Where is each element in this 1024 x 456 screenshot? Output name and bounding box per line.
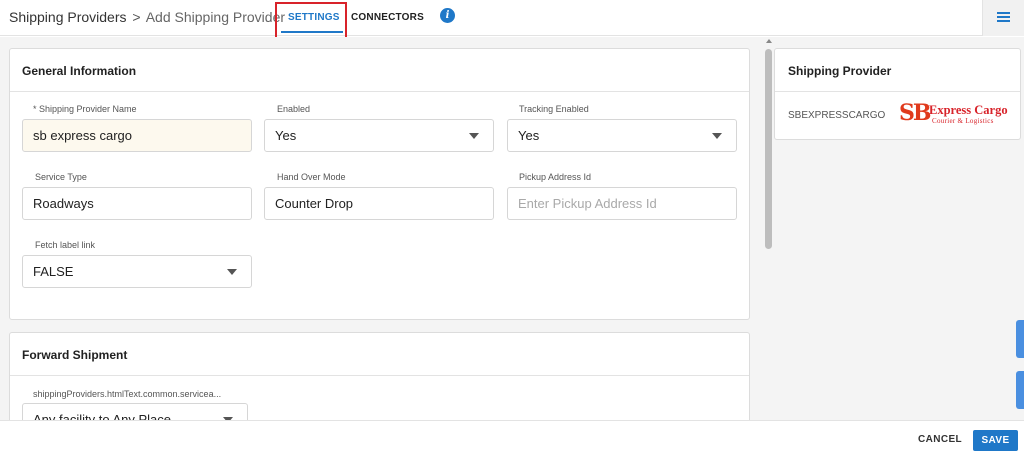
tracking-enabled-select[interactable]: Yes	[507, 119, 737, 152]
provider-code: SBEXPRESSCARGO	[788, 110, 886, 121]
side-drawer-tab[interactable]	[1016, 371, 1024, 409]
pickup-address-id-input[interactable]: Enter Pickup Address Id	[507, 187, 737, 220]
pickup-address-placeholder: Enter Pickup Address Id	[518, 196, 657, 211]
service-ability-select[interactable]: Any facility to Any Place	[22, 403, 248, 420]
divider	[10, 375, 749, 376]
service-type-label: Service Type	[35, 172, 87, 182]
chevron-down-icon	[712, 133, 722, 139]
service-ability-value: Any facility to Any Place	[33, 412, 172, 420]
scrollbar-thumb[interactable]	[765, 49, 772, 249]
shipping-provider-card: Shipping Provider SBEXPRESSCARGO SB Expr…	[774, 48, 1021, 140]
general-information-card: General Information * Shipping Provider …	[9, 48, 750, 320]
top-header: Shipping Providers > Add Shipping Provid…	[0, 0, 1024, 41]
forward-shipment-card: Forward Shipment shippingProviders.htmlT…	[9, 332, 750, 420]
divider	[10, 91, 749, 92]
fetch-label-link-value: FALSE	[33, 264, 74, 279]
hamburger-menu-icon[interactable]	[997, 12, 1010, 23]
active-tab-underline	[281, 31, 343, 33]
fetch-label-link-select[interactable]: FALSE	[22, 255, 252, 288]
pickup-address-id-label: Pickup Address Id	[519, 172, 592, 182]
breadcrumb-separator: >	[132, 9, 141, 25]
side-drawer-tab[interactable]	[1016, 320, 1024, 358]
tracking-enabled-label: Tracking Enabled	[519, 104, 589, 114]
fetch-label-link-label: Fetch label link	[35, 240, 96, 250]
enabled-label: Enabled	[277, 104, 311, 114]
logo-mark: SB	[899, 100, 932, 126]
footer-bar: CANCEL SAVE	[0, 420, 1024, 456]
main-scrollbar[interactable]	[764, 37, 773, 420]
main-content: General Information * Shipping Provider …	[0, 37, 764, 420]
info-icon[interactable]: i	[440, 8, 455, 23]
provider-name-label: * Shipping Provider Name	[33, 104, 137, 114]
scroll-up-arrow-icon[interactable]	[766, 39, 772, 43]
save-button[interactable]: SAVE	[973, 430, 1018, 451]
tab-connectors[interactable]: CONNECTORS	[351, 12, 424, 23]
tracking-enabled-value: Yes	[518, 128, 540, 143]
breadcrumb-parent-link[interactable]: Shipping Providers	[9, 9, 127, 25]
cancel-button[interactable]: CANCEL	[912, 430, 968, 450]
service-ability-label: shippingProviders.htmlText.common.servic…	[33, 389, 222, 399]
menu-toggle-area[interactable]	[982, 0, 1024, 36]
logo-tagline: Courier & Logistics	[932, 117, 994, 125]
divider	[775, 91, 1020, 92]
logo-name: Express Cargo	[929, 103, 1008, 117]
enabled-value: Yes	[275, 128, 297, 143]
chevron-down-icon	[469, 133, 479, 139]
provider-name-input[interactable]: sb express cargo	[22, 119, 252, 152]
hand-over-mode-label: Hand Over Mode	[277, 172, 346, 182]
provider-logo: SB Express Cargo Courier & Logistics	[899, 101, 1011, 127]
chevron-down-icon	[227, 269, 237, 275]
tab-settings[interactable]: SETTINGS	[288, 12, 340, 23]
service-type-input[interactable]: Roadways	[22, 187, 252, 220]
hand-over-mode-input[interactable]: Counter Drop	[264, 187, 494, 220]
side-panel-title: Shipping Provider	[788, 64, 892, 78]
section-title-forward: Forward Shipment	[22, 348, 128, 362]
side-panel: Shipping Provider SBEXPRESSCARGO SB Expr…	[773, 37, 1024, 420]
breadcrumb: Shipping Providers > Add Shipping Provid…	[9, 9, 285, 25]
enabled-select[interactable]: Yes	[264, 119, 494, 152]
section-title-general: General Information	[22, 64, 137, 78]
breadcrumb-current: Add Shipping Provider	[145, 9, 286, 25]
